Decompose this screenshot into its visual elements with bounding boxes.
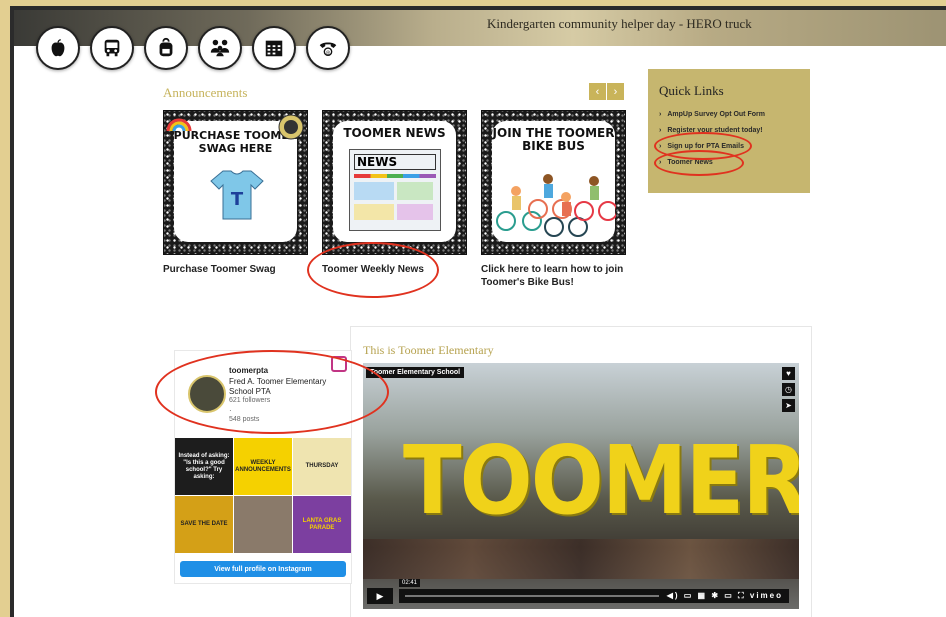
quick-icon-bar: @ <box>36 26 350 70</box>
card-heading: JOIN THE TOOMER BIKE BUS <box>492 126 615 153</box>
progress-bar[interactable]: ◀) ▭ ▦ ✱ ▭ ⛶ vimeo <box>399 589 789 603</box>
instagram-post[interactable]: SAVE THE DATE <box>175 496 233 553</box>
newspaper-icon: NEWS <box>349 149 441 231</box>
heart-icon[interactable]: ♥ <box>782 367 795 380</box>
announcements-title: Announcements <box>163 85 248 100</box>
quick-links-panel: Quick Links AmpUp Survey Opt Out Form Re… <box>648 69 810 193</box>
family-icon[interactable] <box>198 26 242 70</box>
instagram-post[interactable] <box>234 496 292 553</box>
tshirt-icon: T <box>210 170 264 220</box>
crowd-image <box>363 539 799 579</box>
prev-button[interactable]: ‹ <box>589 83 606 100</box>
instagram-post[interactable]: THURSDAY <box>293 438 351 495</box>
instagram-post[interactable]: WEEKLY ANNOUNCEMENTS <box>234 438 292 495</box>
quick-link-ampup[interactable]: AmpUp Survey Opt Out Form <box>659 109 765 125</box>
video-time: 02:41 <box>399 579 421 587</box>
apple-icon[interactable] <box>36 26 80 70</box>
video-banner-text: TOOMER <box>403 426 799 536</box>
video-section-title: This is Toomer Elementary <box>363 343 494 357</box>
swag-image[interactable]: PURCHASE TOOMER SWAG HERE T <box>163 110 308 255</box>
svg-text:T: T <box>231 189 244 210</box>
bicycles-icon <box>496 174 616 237</box>
instagram-post[interactable]: Instead of asking: "Is this a good schoo… <box>175 438 233 495</box>
annotation-circle <box>155 350 389 434</box>
play-icon[interactable]: ▶ <box>367 588 393 604</box>
view-instagram-profile-button[interactable]: View full profile on Instagram <box>180 561 346 577</box>
announcement-card-swag[interactable]: PURCHASE TOOMER SWAG HERE T Purchase Too… <box>163 110 308 276</box>
clock-icon[interactable]: ◷ <box>782 383 795 396</box>
hero-caption: Kindergarten community helper day - HERO… <box>487 16 752 31</box>
video-player[interactable]: TOOMER Toomer Elementary School ♥ ◷ ➤ 02… <box>363 363 799 609</box>
share-icon[interactable]: ➤ <box>782 399 795 412</box>
calendar-icon[interactable] <box>252 26 296 70</box>
annotation-circle <box>654 150 744 176</box>
annotation-circle <box>307 242 439 298</box>
rainbow-icon <box>166 118 192 132</box>
video-controls: ▶ ◀) ▭ ▦ ✱ ▭ ⛶ vimeo <box>367 587 795 605</box>
next-button[interactable]: › <box>607 83 624 100</box>
school-seal-icon <box>278 114 304 140</box>
backpack-icon[interactable] <box>144 26 188 70</box>
bus-icon[interactable] <box>90 26 134 70</box>
card-label[interactable]: Click here to learn how to join Toomer's… <box>481 263 626 289</box>
announcements-pager: ‹ › <box>589 83 624 100</box>
vimeo-logo: vimeo <box>749 591 783 600</box>
news-image[interactable]: TOOMER NEWS NEWS <box>322 110 467 255</box>
bikebus-image[interactable]: JOIN THE TOOMER BIKE BUS <box>481 110 626 255</box>
video-side-actions: ♥ ◷ ➤ <box>782 367 795 412</box>
card-label[interactable]: Purchase Toomer Swag <box>163 263 308 276</box>
instagram-post[interactable]: LANTA GRAS PARADE <box>293 496 351 553</box>
page: Kindergarten community helper day - HERO… <box>14 10 946 617</box>
announcement-card-bikebus[interactable]: JOIN THE TOOMER BIKE BUS Click here to l… <box>481 110 626 289</box>
card-heading: TOOMER NEWS <box>343 126 446 140</box>
phone-icon[interactable]: @ <box>306 26 350 70</box>
instagram-grid: Instead of asking: "Is this a good schoo… <box>175 438 351 553</box>
video-control-icons[interactable]: ◀) ▭ ▦ ✱ ▭ ⛶ vimeo <box>667 591 783 601</box>
svg-text:@: @ <box>326 50 331 56</box>
quick-links-title: Quick Links <box>659 83 724 98</box>
